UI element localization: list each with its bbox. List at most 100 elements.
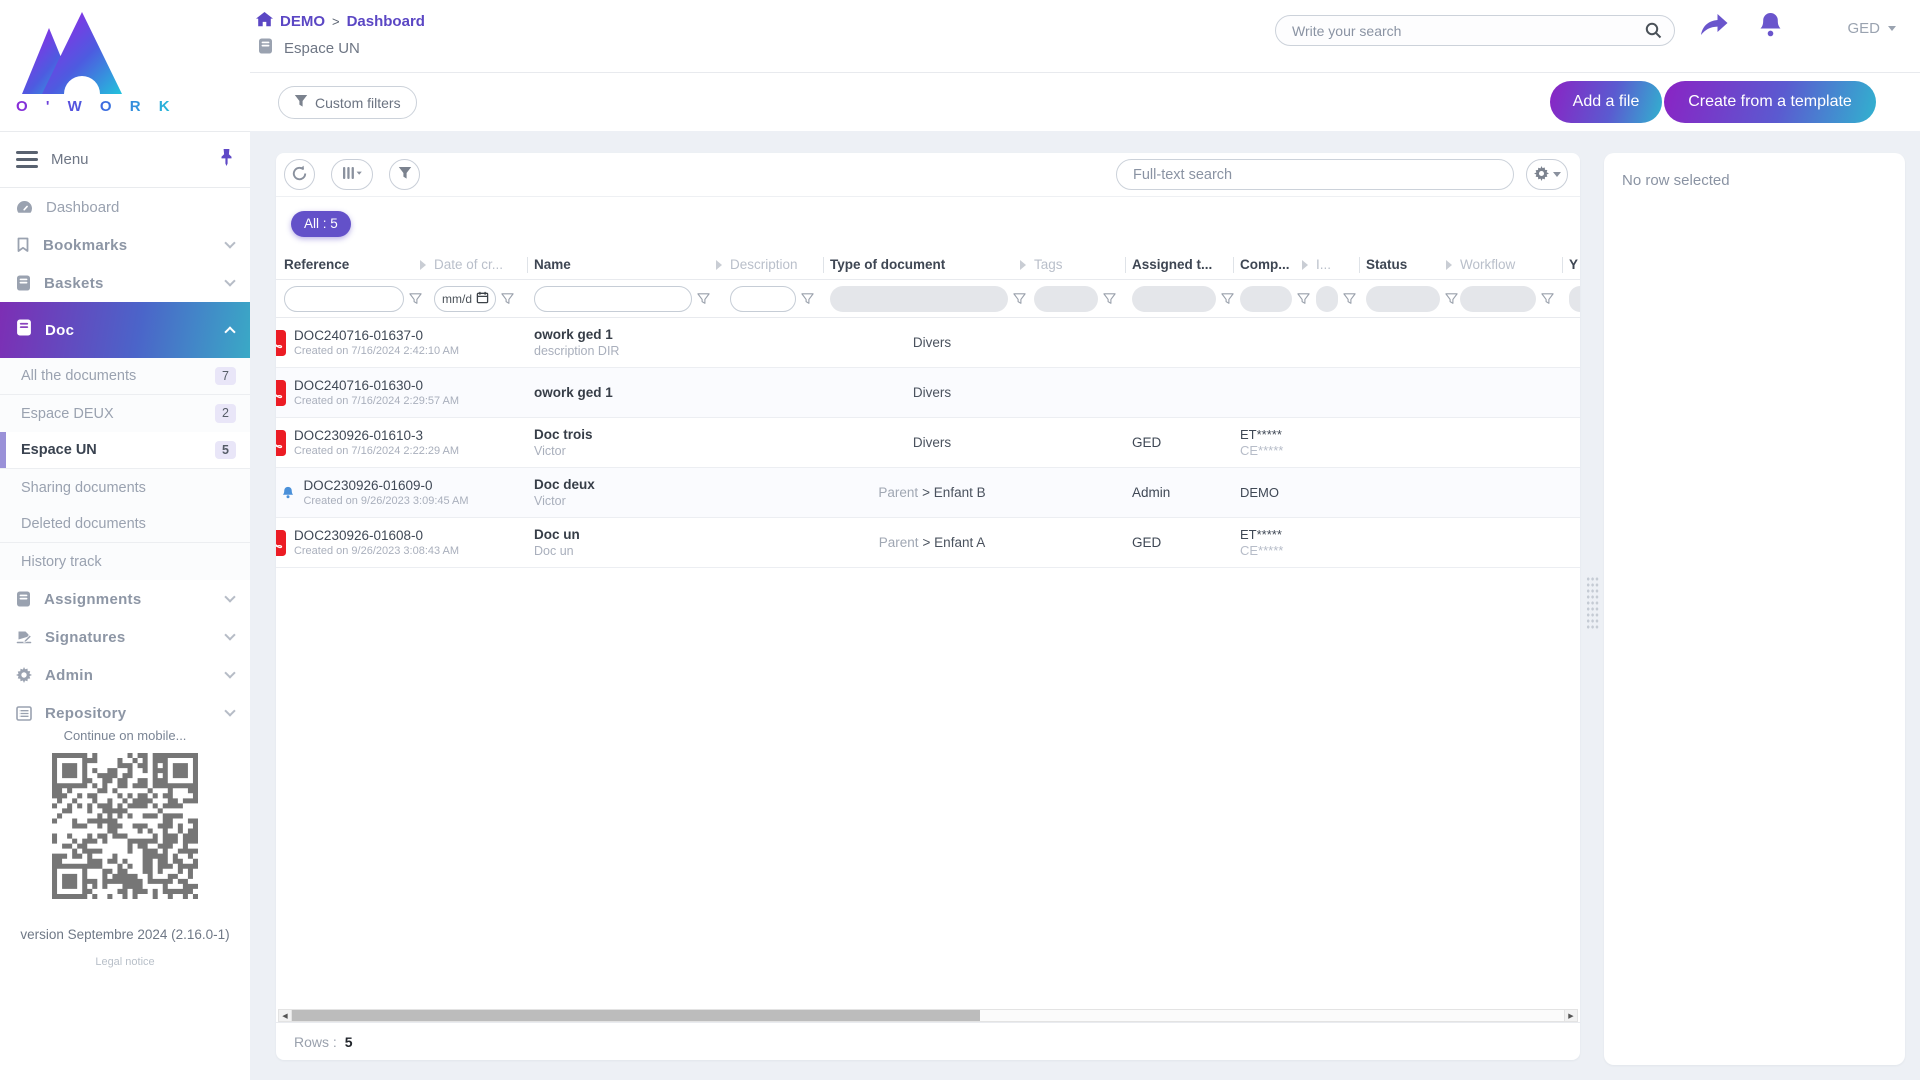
- column-header[interactable]: Workflow: [1460, 250, 1569, 279]
- calendar-icon: [476, 291, 489, 307]
- doc-submenu-item[interactable]: All the documents 7: [0, 358, 250, 395]
- column-expand-arrow-icon[interactable]: [420, 259, 426, 270]
- column-header[interactable]: Date of cr...: [434, 250, 534, 279]
- sidebar-item[interactable]: Signatures: [0, 618, 250, 656]
- doc-submenu-item[interactable]: History track: [0, 543, 250, 580]
- columns-button[interactable]: [331, 159, 373, 190]
- column-header[interactable]: Type of document: [830, 250, 1034, 279]
- sidebar-item-doc[interactable]: Doc: [0, 302, 250, 358]
- mobile-block: Continue on mobile... version Septembre …: [0, 728, 250, 968]
- chevron-down-icon: [1552, 172, 1561, 177]
- column-header[interactable]: Tags: [1034, 250, 1132, 279]
- filter-disabled-input: [1366, 285, 1440, 312]
- cell-type: Divers: [912, 385, 952, 400]
- scrollbar-thumb[interactable]: [292, 1010, 980, 1021]
- column-expand-arrow-icon[interactable]: [1020, 259, 1026, 270]
- doc-submenu-item[interactable]: Sharing documents: [0, 469, 250, 506]
- add-file-button[interactable]: Add a file: [1550, 81, 1662, 123]
- cell-assigned: GED: [1132, 435, 1162, 450]
- cell-company: ET***** CE*****: [1240, 527, 1284, 558]
- filter-funnel-icon[interactable]: [1013, 292, 1026, 305]
- doc-submenu-item[interactable]: Espace DEUX 2: [0, 395, 250, 432]
- breadcrumb-current[interactable]: Dashboard: [347, 13, 425, 30]
- sidebar-item[interactable]: Admin: [0, 656, 250, 694]
- cell-type: Parent > Enfant A: [878, 535, 986, 550]
- home-icon[interactable]: [256, 12, 273, 31]
- filter-date-input[interactable]: mm/d: [434, 285, 496, 312]
- page-subtitle: Espace UN: [258, 38, 360, 58]
- filter-text-input[interactable]: [284, 285, 404, 312]
- hamburger-icon[interactable]: [16, 151, 38, 168]
- doc-submenu-item[interactable]: Deleted documents: [0, 506, 250, 543]
- column-header[interactable]: Y: [1569, 250, 1580, 279]
- global-search-input[interactable]: [1275, 15, 1675, 46]
- search-icon[interactable]: [1645, 22, 1662, 44]
- breadcrumb-home[interactable]: DEMO: [280, 13, 325, 30]
- filter-disabled-input: [1132, 285, 1216, 312]
- breadcrumb: DEMO > Dashboard: [256, 12, 425, 31]
- table-row[interactable]: DOC230926-01610-3 Created on 7/16/2024 2…: [276, 418, 1580, 468]
- sidebar-item[interactable]: Assignments: [0, 580, 250, 618]
- sidebar-item[interactable]: Bookmarks: [0, 226, 250, 264]
- filter-disabled-input: [1240, 285, 1292, 312]
- filter-funnel-icon[interactable]: [697, 292, 710, 305]
- horizontal-scrollbar[interactable]: ◀ ▶: [278, 1009, 1578, 1022]
- table-row[interactable]: DOC240716-01637-0 Created on 7/16/2024 2…: [276, 318, 1580, 368]
- column-divider: [1562, 256, 1563, 273]
- scroll-right-arrow[interactable]: ▶: [1564, 1010, 1577, 1021]
- gear-gray-icon: [16, 667, 32, 683]
- column-header[interactable]: Reference: [284, 250, 434, 279]
- column-expand-arrow-icon[interactable]: [1446, 259, 1452, 270]
- filter-text-input[interactable]: [730, 285, 796, 312]
- filter-funnel-icon[interactable]: [1103, 292, 1116, 305]
- documents-grid-card: All : 5 Reference Date of cr... Name: [276, 153, 1580, 1060]
- pdf-icon: [276, 329, 286, 356]
- column-header[interactable]: Comp...: [1240, 250, 1316, 279]
- create-template-button[interactable]: Create from a template: [1664, 81, 1876, 123]
- table-row[interactable]: DOC230926-01608-0 Created on 9/26/2023 3…: [276, 518, 1580, 568]
- table-row[interactable]: w DOC230926-01609-0 Created on 9/26/2023…: [276, 468, 1580, 518]
- legal-notice-link[interactable]: Legal notice: [0, 956, 250, 968]
- filter-text-input[interactable]: [534, 285, 692, 312]
- filter-funnel-icon[interactable]: [1221, 292, 1234, 305]
- column-header[interactable]: Name: [534, 250, 730, 279]
- column-header[interactable]: Assigned t...: [1132, 250, 1240, 279]
- sidebar-item[interactable]: Baskets: [0, 264, 250, 302]
- panel-resize-handle[interactable]: [1586, 576, 1599, 630]
- filter-funnel-icon[interactable]: [801, 292, 814, 305]
- menu-toggle-row[interactable]: Menu: [0, 131, 250, 188]
- filter-funnel-icon[interactable]: [501, 292, 514, 305]
- column-expand-arrow-icon[interactable]: [1302, 259, 1308, 270]
- share-icon[interactable]: [1701, 14, 1728, 42]
- doc-submenu-item[interactable]: Espace UN 5: [0, 432, 250, 469]
- bookmark-icon: [16, 237, 30, 253]
- columns-icon: [342, 166, 363, 183]
- fulltext-search-input[interactable]: [1116, 159, 1514, 190]
- sidebar-item[interactable]: Dashboard: [0, 188, 250, 226]
- notifications-bell-icon[interactable]: [1759, 12, 1782, 42]
- grid-settings-button[interactable]: [1526, 159, 1568, 190]
- filter-button[interactable]: [389, 159, 420, 190]
- custom-filters-button[interactable]: Custom filters: [278, 86, 417, 119]
- filter-funnel-icon[interactable]: [1445, 292, 1458, 305]
- rows-count: 5: [344, 1033, 353, 1050]
- pin-icon[interactable]: [219, 148, 234, 172]
- cell-name: owork ged 1: [534, 385, 613, 400]
- table-row[interactable]: DOC240716-01630-0 Created on 7/16/2024 2…: [276, 368, 1580, 418]
- account-menu[interactable]: GED: [1847, 20, 1896, 37]
- column-expand-arrow-icon[interactable]: [716, 259, 722, 270]
- filter-funnel-icon[interactable]: [409, 292, 422, 305]
- list-icon: [16, 705, 32, 721]
- gauge-icon: [16, 200, 33, 215]
- sidebar-item[interactable]: Repository: [0, 694, 250, 732]
- filter-funnel-icon[interactable]: [1297, 292, 1310, 305]
- column-header[interactable]: Status: [1366, 250, 1460, 279]
- refresh-button[interactable]: [284, 159, 315, 190]
- chevron-down-icon: [224, 629, 236, 641]
- column-header[interactable]: Description: [730, 250, 830, 279]
- scroll-left-arrow[interactable]: ◀: [279, 1010, 292, 1021]
- filter-funnel-icon[interactable]: [1541, 292, 1554, 305]
- filter-funnel-icon[interactable]: [1343, 292, 1356, 305]
- all-count-badge[interactable]: All : 5: [291, 211, 351, 237]
- column-header[interactable]: I...: [1316, 250, 1366, 279]
